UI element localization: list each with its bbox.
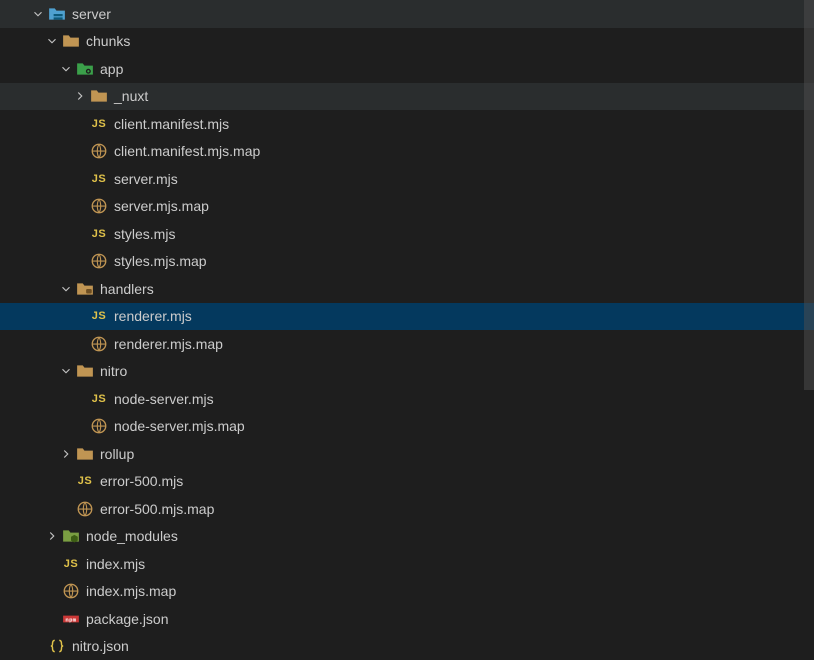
scrollbar-thumb[interactable] (804, 0, 814, 390)
tree-item-label: index.mjs (86, 556, 145, 572)
folder-handlers-icon (76, 280, 94, 298)
folder-node-icon (62, 527, 80, 545)
tree-folder[interactable]: server (0, 0, 814, 28)
folder-icon (62, 32, 80, 50)
tree-file[interactable]: JS renderer.mjs (0, 303, 814, 331)
tree-folder[interactable]: handlers (0, 275, 814, 303)
js-file-icon: JS (90, 390, 108, 408)
tree-item-label: index.mjs.map (86, 583, 176, 599)
folder-icon (90, 87, 108, 105)
map-file-icon (90, 335, 108, 353)
npm-file-icon: npm (62, 610, 80, 628)
tree-file[interactable]: JS error-500.mjs (0, 468, 814, 496)
tree-item-label: renderer.mjs.map (114, 336, 223, 352)
tree-item-label: package.json (86, 611, 169, 627)
tree-item-label: _nuxt (114, 88, 148, 104)
tree-item-label: renderer.mjs (114, 308, 192, 324)
tree-file[interactable]: renderer.mjs.map (0, 330, 814, 358)
folder-icon (76, 362, 94, 380)
folder-app-icon (76, 60, 94, 78)
chevron-down-icon[interactable] (58, 281, 74, 297)
tree-item-label: rollup (100, 446, 134, 462)
file-explorer-tree[interactable]: server chunks app _nuxt JS client.manifest.mj… (0, 0, 814, 660)
tree-item-label: error-500.mjs.map (100, 501, 214, 517)
tree-item-label: handlers (100, 281, 154, 297)
tree-file[interactable]: npm package.json (0, 605, 814, 633)
js-file-icon: JS (76, 472, 94, 490)
map-file-icon (90, 417, 108, 435)
chevron-down-icon[interactable] (44, 33, 60, 49)
tree-file[interactable]: styles.mjs.map (0, 248, 814, 276)
tree-item-label: app (100, 61, 123, 77)
folder-server-icon (48, 5, 66, 23)
tree-item-label: styles.mjs (114, 226, 175, 242)
tree-folder[interactable]: node_modules (0, 523, 814, 551)
map-file-icon (76, 500, 94, 518)
json-file-icon (48, 637, 66, 655)
tree-file[interactable]: nitro.json (0, 633, 814, 660)
js-file-icon: JS (90, 225, 108, 243)
chevron-right-icon[interactable] (44, 528, 60, 544)
tree-file[interactable]: client.manifest.mjs.map (0, 138, 814, 166)
map-file-icon (90, 252, 108, 270)
chevron-right-icon[interactable] (72, 88, 88, 104)
tree-folder[interactable]: _nuxt (0, 83, 814, 111)
tree-file[interactable]: index.mjs.map (0, 578, 814, 606)
tree-file[interactable]: JS index.mjs (0, 550, 814, 578)
tree-folder[interactable]: nitro (0, 358, 814, 386)
js-file-icon: JS (90, 307, 108, 325)
tree-item-label: node_modules (86, 528, 178, 544)
tree-item-label: error-500.mjs (100, 473, 183, 489)
tree-file[interactable]: server.mjs.map (0, 193, 814, 221)
tree-item-label: styles.mjs.map (114, 253, 207, 269)
tree-item-label: node-server.mjs.map (114, 418, 245, 434)
tree-file[interactable]: JS node-server.mjs (0, 385, 814, 413)
tree-item-label: client.manifest.mjs (114, 116, 229, 132)
map-file-icon (90, 142, 108, 160)
tree-item-label: node-server.mjs (114, 391, 214, 407)
chevron-down-icon[interactable] (30, 6, 46, 22)
tree-file[interactable]: JS server.mjs (0, 165, 814, 193)
chevron-right-icon[interactable] (58, 446, 74, 462)
js-file-icon: JS (90, 170, 108, 188)
js-file-icon: JS (62, 555, 80, 573)
tree-file[interactable]: JS client.manifest.mjs (0, 110, 814, 138)
tree-item-label: server (72, 6, 111, 22)
chevron-down-icon[interactable] (58, 363, 74, 379)
tree-item-label: nitro (100, 363, 127, 379)
folder-icon (76, 445, 94, 463)
tree-item-label: chunks (86, 33, 130, 49)
tree-item-label: client.manifest.mjs.map (114, 143, 260, 159)
tree-folder[interactable]: app (0, 55, 814, 83)
tree-folder[interactable]: rollup (0, 440, 814, 468)
tree-item-label: nitro.json (72, 638, 129, 654)
svg-text:npm: npm (65, 616, 76, 623)
js-file-icon: JS (90, 115, 108, 133)
chevron-down-icon[interactable] (58, 61, 74, 77)
tree-folder[interactable]: chunks (0, 28, 814, 56)
map-file-icon (90, 197, 108, 215)
tree-file[interactable]: JS styles.mjs (0, 220, 814, 248)
map-file-icon (62, 582, 80, 600)
tree-item-label: server.mjs (114, 171, 178, 187)
tree-file[interactable]: node-server.mjs.map (0, 413, 814, 441)
tree-item-label: server.mjs.map (114, 198, 209, 214)
tree-file[interactable]: error-500.mjs.map (0, 495, 814, 523)
